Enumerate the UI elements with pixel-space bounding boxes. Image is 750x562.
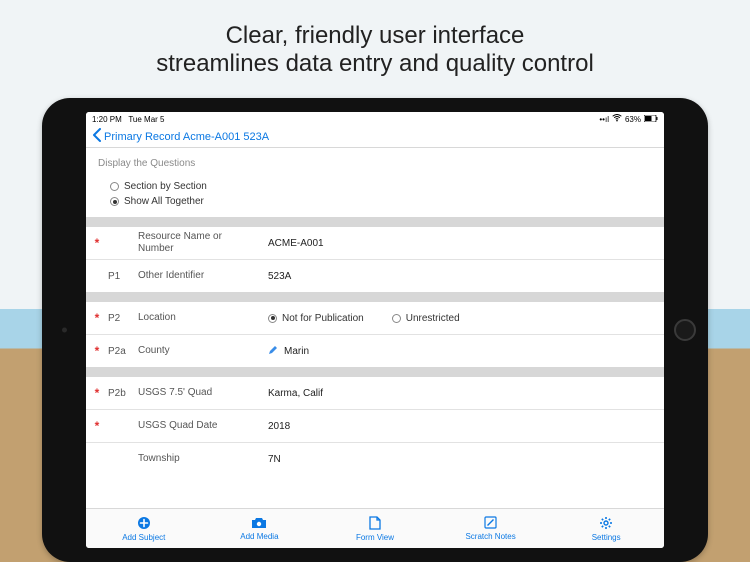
required-mark: *	[86, 344, 108, 358]
tab-form-view[interactable]: Form View	[317, 509, 433, 548]
headline-line1: Clear, friendly user interface	[0, 22, 750, 50]
marketing-headline: Clear, friendly user interface streamlin…	[0, 0, 750, 78]
row-code: P1	[108, 271, 138, 282]
row-usgs-quad-date[interactable]: * USGS Quad Date 2018	[86, 410, 664, 442]
tab-settings[interactable]: Settings	[548, 509, 664, 548]
radio-icon	[268, 314, 277, 323]
camera-dot	[62, 328, 67, 333]
nav-header: Primary Record Acme-A001 523A	[86, 126, 664, 148]
status-bar: 1:20 PM Tue Mar 5 ••ıl 63%	[86, 112, 664, 126]
home-button[interactable]	[674, 319, 696, 341]
row-label: USGS 7.5' Quad	[138, 387, 268, 399]
radio-unrestricted[interactable]: Unrestricted	[392, 311, 460, 326]
row-value: 523A	[268, 271, 664, 282]
row-resource-name[interactable]: * Resource Name or Number ACME-A001	[86, 227, 664, 259]
row-value: ACME-A001	[268, 238, 664, 249]
wifi-icon	[612, 114, 622, 124]
section-divider	[86, 367, 664, 377]
radio-label: Not for Publication	[282, 313, 364, 324]
row-code: P2b	[108, 388, 138, 399]
status-right: ••ıl 63%	[599, 114, 658, 124]
radio-icon	[392, 314, 401, 323]
radio-label: Section by Section	[124, 181, 207, 192]
row-location[interactable]: * P2 Location Not for Publication Unrest…	[86, 302, 664, 334]
radio-icon	[110, 182, 119, 191]
row-code: P2	[108, 313, 138, 324]
row-label: Township	[138, 453, 268, 465]
row-value: 7N	[268, 454, 664, 465]
tab-label: Add Subject	[122, 533, 165, 542]
row-value: Karma, Calif	[268, 388, 664, 399]
gear-icon	[599, 516, 613, 532]
tablet-frame: 1:20 PM Tue Mar 5 ••ıl 63% Primary Recor…	[42, 98, 708, 562]
plus-circle-icon	[137, 516, 151, 532]
tab-label: Form View	[356, 533, 394, 542]
radio-label: Show All Together	[124, 196, 204, 207]
back-chevron-icon[interactable]	[92, 128, 102, 145]
row-label: USGS Quad Date	[138, 420, 268, 432]
status-time: 1:20 PM	[92, 115, 122, 124]
tab-bar: Add Subject Add Media Form View Scratch …	[86, 508, 664, 548]
row-label: Resource Name or Number	[138, 231, 268, 255]
row-value: Not for Publication Unrestricted	[268, 311, 664, 326]
display-questions-heading: Display the Questions	[86, 148, 664, 177]
note-icon	[484, 516, 497, 531]
nav-title[interactable]: Primary Record Acme-A001 523A	[104, 131, 269, 143]
radio-label: Unrestricted	[406, 313, 460, 324]
display-questions-group: Section by Section Show All Together	[86, 177, 664, 217]
required-mark: *	[86, 419, 108, 433]
tab-label: Add Media	[240, 532, 278, 541]
row-label: Location	[138, 312, 268, 324]
section-divider	[86, 217, 664, 227]
required-mark: *	[86, 311, 108, 325]
document-icon	[369, 516, 381, 532]
pencil-icon[interactable]	[268, 345, 278, 358]
required-mark: *	[86, 386, 108, 400]
status-left: 1:20 PM Tue Mar 5	[92, 115, 165, 124]
radio-show-all[interactable]: Show All Together	[110, 194, 652, 209]
radio-not-for-publication[interactable]: Not for Publication	[268, 311, 364, 326]
row-label: County	[138, 345, 268, 357]
row-value: Marin	[268, 345, 664, 358]
row-label: Other Identifier	[138, 270, 268, 282]
tab-add-subject[interactable]: Add Subject	[86, 509, 202, 548]
status-date: Tue Mar 5	[128, 115, 164, 124]
county-value: Marin	[284, 346, 309, 357]
row-other-identifier[interactable]: P1 Other Identifier 523A	[86, 260, 664, 292]
headline-line2: streamlines data entry and quality contr…	[0, 50, 750, 78]
row-code: P2a	[108, 346, 138, 357]
tab-label: Settings	[592, 533, 621, 542]
required-mark: *	[86, 236, 108, 250]
row-usgs-quad[interactable]: * P2b USGS 7.5' Quad Karma, Calif	[86, 377, 664, 409]
radio-section-by-section[interactable]: Section by Section	[110, 179, 652, 194]
section-divider	[86, 292, 664, 302]
tab-scratch-notes[interactable]: Scratch Notes	[433, 509, 549, 548]
screen: 1:20 PM Tue Mar 5 ••ıl 63% Primary Recor…	[86, 112, 664, 548]
battery-pct: 63%	[625, 115, 641, 124]
signal-icon: ••ıl	[599, 115, 609, 124]
row-county[interactable]: * P2a County Marin	[86, 335, 664, 367]
radio-icon	[110, 197, 119, 206]
tab-add-media[interactable]: Add Media	[202, 509, 318, 548]
row-value: 2018	[268, 421, 664, 432]
battery-icon	[644, 115, 658, 124]
tab-label: Scratch Notes	[465, 532, 515, 541]
camera-icon	[251, 517, 267, 531]
row-township[interactable]: Township 7N	[86, 443, 664, 475]
form-content: Display the Questions Section by Section…	[86, 148, 664, 508]
